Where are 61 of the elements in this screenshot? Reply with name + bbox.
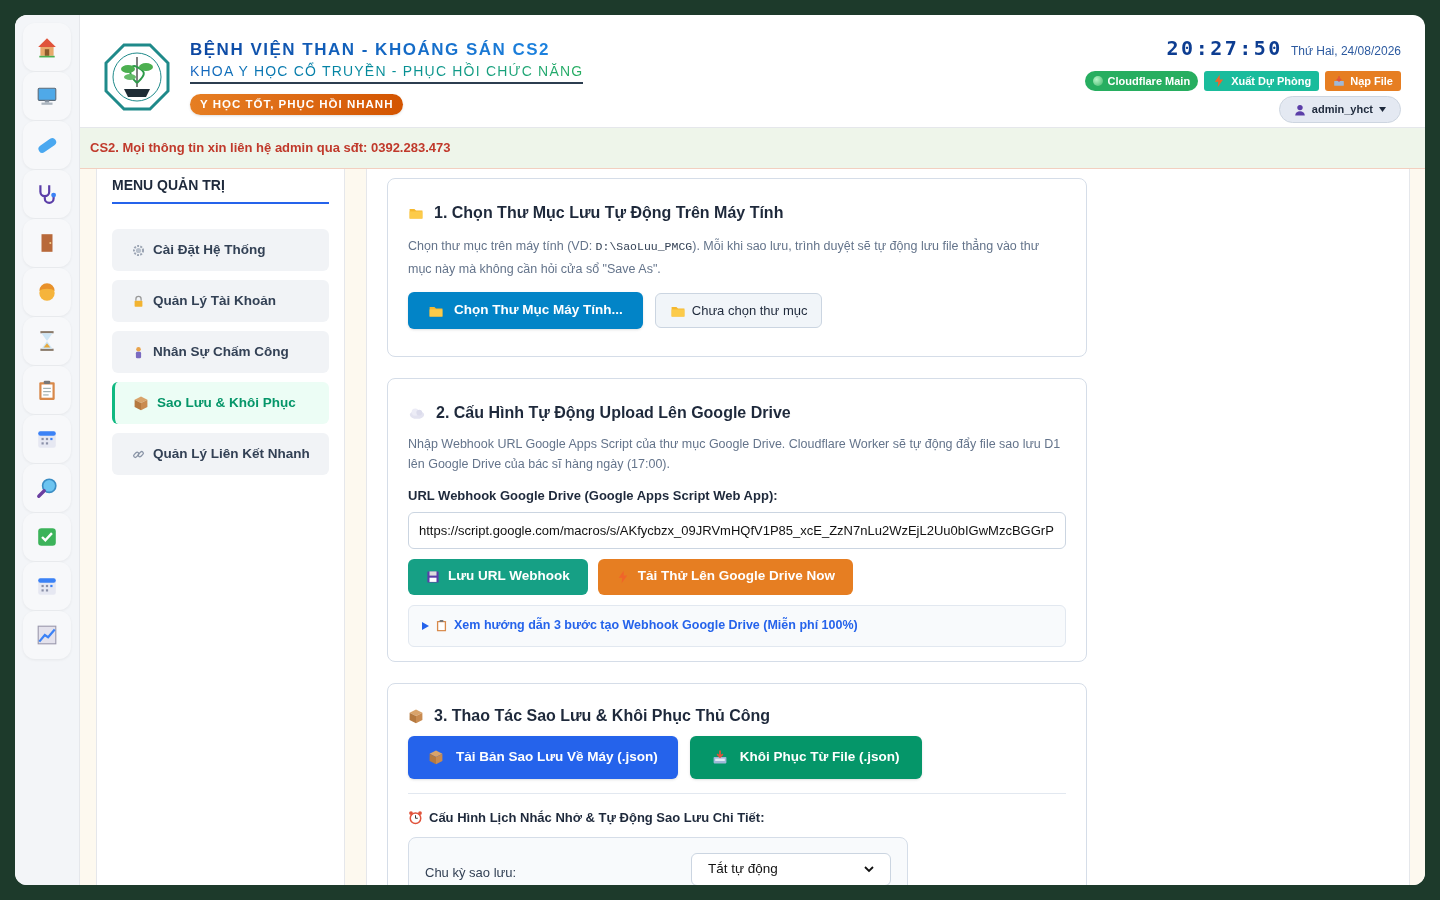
clipboard-icon — [435, 619, 448, 632]
hospital-logo — [104, 43, 170, 112]
menu-item[interactable]: Quản Lý Tài Khoản — [112, 280, 329, 322]
schedule-title: Cấu Hình Lịch Nhắc Nhở & Tự Động Sao Lưu Chi Tiết: — [429, 808, 765, 827]
cycle-select[interactable]: Tắt tự động — [691, 853, 891, 885]
test-upload-button[interactable]: Tải Thử Lên Google Drive Now — [597, 558, 854, 595]
restore-button[interactable]: Khôi Phục Từ File (.json) — [689, 735, 922, 779]
house-icon — [36, 36, 58, 58]
user-icon — [1293, 103, 1306, 116]
line-chart-icon — [36, 624, 58, 646]
chevron-down-icon — [864, 866, 874, 873]
nav-rail-button[interactable] — [23, 23, 71, 71]
department-name: KHOA Y HỌC CỔ TRUYỀN - PHỤC HỒI CHỨC NĂNG — [190, 61, 584, 84]
menu-item[interactable]: Nhân Sự Chấm Công — [112, 331, 329, 373]
menu-item[interactable]: Sao Lưu & Khôi Phục — [112, 382, 329, 424]
package-icon — [133, 395, 149, 411]
server-status-button[interactable]: Cloudflare Main — [1084, 71, 1199, 91]
webhook-url-field[interactable]: https://script.google.com/macros/s/AKfycbzx_09JRVmHQfV1P85_xcE_ZzN7nLu2WzEjL2Uu0bIGwMzcBGGrP — [408, 511, 1066, 549]
download-backup-button[interactable]: Tải Bản Sao Lưu Về Máy (.json) — [408, 735, 678, 779]
clock: 20:27:50 — [1166, 35, 1283, 62]
alarm-clock-icon — [408, 809, 423, 825]
section-title: 1. Chọn Thư Mục Lưu Tự Động Trên Máy Tính — [434, 203, 784, 223]
user-menu-button[interactable]: admin_yhct — [1278, 96, 1401, 123]
monitor-icon — [36, 85, 58, 107]
inbox-icon — [711, 749, 728, 765]
nav-rail-button[interactable] — [23, 72, 71, 120]
slogan-badge: Y HỌC TỐT, PHỤC HỒI NHANH — [190, 94, 404, 116]
nav-rail-button[interactable] — [23, 317, 71, 365]
search-icon — [36, 477, 58, 499]
clipboard-icon — [36, 379, 58, 401]
folder-status-text: Chưa chọn thư mục — [691, 301, 808, 320]
guide-disclosure[interactable]: Xem hướng dẫn 3 bước tạo Webhook Google Drive (Miễn phí 100%) — [408, 604, 1066, 647]
choose-folder-button[interactable]: Chọn Thư Mục Máy Tính... — [408, 292, 643, 329]
nav-rail-button[interactable] — [23, 170, 71, 218]
gear-icon — [132, 243, 145, 257]
package-icon — [428, 749, 444, 765]
section-title: 3. Thao Tác Sao Lưu & Khôi Phục Thủ Công — [434, 705, 771, 726]
nav-rail-button[interactable] — [23, 219, 71, 267]
nav-rail-button[interactable] — [23, 562, 71, 610]
section-title: 2. Cấu Hình Tự Động Upload Lên Google Drive — [436, 403, 791, 423]
date-text: Thứ Hai, 24/08/2026 — [1290, 43, 1401, 60]
stethoscope-icon — [36, 183, 58, 205]
caret-icon — [1379, 107, 1386, 112]
field-label: URL Webhook Google Drive (Google Apps Script Web App): — [408, 487, 779, 505]
calendar-icon — [36, 575, 58, 597]
import-button[interactable]: Nạp File — [1325, 71, 1401, 91]
lock-icon — [132, 294, 145, 308]
calendar-icon — [36, 428, 58, 450]
section-description: Chọn thư mục trên máy tính (VD: D:\SaoLuu_PMCG). Mỗi khi sao lưu, trình duyệt sẽ tự động lưu file thẳng vào thư mục này mà không cần hỏi cửa sổ "Save As". — [408, 237, 1041, 278]
section-description: Nhập Webhook URL Google Apps Script của thư mục Google Drive. Cloudflare Worker sẽ tự động đẩy file sao lưu D1 lên Google Drive của bác sĩ hàng ngày (17:00). — [408, 436, 1062, 473]
package-icon — [408, 707, 424, 724]
field-label: Chu kỳ sao lưu: — [425, 864, 517, 882]
notice-marquee: CS2. Mọi thông tin xin liên hệ admin qua sđt: 0392.283.473 — [89, 139, 451, 158]
menu-item[interactable]: Quản Lý Liên Kết Nhanh — [112, 433, 329, 475]
checkbox-icon — [36, 526, 58, 548]
save-webhook-button[interactable]: Lưu URL Webhook — [408, 558, 588, 595]
menu-item[interactable]: Cài Đặt Hệ Thống — [112, 229, 329, 271]
inbox-icon — [1333, 75, 1346, 87]
nav-rail-button[interactable] — [23, 464, 71, 512]
menu-title: MENU QUẢN TRỊ — [112, 175, 329, 204]
nav-rail-button[interactable] — [23, 415, 71, 463]
